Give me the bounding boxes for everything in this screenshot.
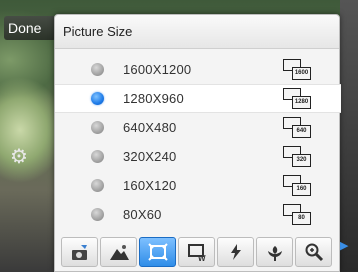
option-160x120[interactable]: 160X120 160: [55, 171, 341, 200]
size-640x480-icon: 640: [283, 116, 313, 139]
option-label: 1280X960: [123, 91, 184, 106]
scene-button[interactable]: [100, 237, 137, 267]
option-320x240[interactable]: 320X240 320: [55, 142, 341, 171]
picture-size-options: 1600X1200 1600 1280X960 1280 640X480 640…: [55, 55, 341, 229]
flash-icon: [230, 244, 241, 260]
option-label: 1600X1200: [123, 62, 192, 77]
dialog-title: Picture Size: [63, 24, 133, 39]
size-320x240-icon: 320: [283, 145, 313, 168]
radio-button[interactable]: [91, 63, 104, 76]
right-edge-panel: [340, 0, 358, 272]
done-button[interactable]: Done: [4, 16, 56, 40]
picture-size-icon: [147, 243, 168, 261]
macro-icon: [267, 246, 282, 261]
option-label: 160X120: [123, 178, 177, 193]
zoom-icon: [305, 243, 323, 262]
flash-button[interactable]: [217, 237, 254, 267]
dialog-header: Picture Size: [55, 15, 339, 49]
option-1280x960[interactable]: 1280X960 1280: [55, 84, 341, 113]
radio-button-selected[interactable]: [91, 92, 104, 105]
bottom-toolbar: W: [61, 237, 341, 267]
macro-button[interactable]: [256, 237, 293, 267]
option-label: 640X480: [123, 120, 177, 135]
size-1280x960-icon: 1280: [283, 87, 313, 110]
zoom-button[interactable]: [295, 237, 332, 267]
option-640x480[interactable]: 640X480 640: [55, 113, 341, 142]
option-label: 320X240: [123, 149, 177, 164]
camera-mode-button[interactable]: [61, 237, 98, 267]
option-80x60[interactable]: 80X60 80: [55, 200, 341, 229]
radio-button[interactable]: [91, 121, 104, 134]
radio-button[interactable]: [91, 179, 104, 192]
size-80x60-icon: 80: [283, 203, 313, 226]
white-balance-button[interactable]: W: [178, 237, 215, 267]
picture-size-button[interactable]: [139, 237, 176, 267]
radio-button[interactable]: [91, 150, 104, 163]
size-160x120-icon: 160: [283, 174, 313, 197]
radio-button[interactable]: [91, 208, 104, 221]
scroll-right-arrow-icon[interactable]: ▶: [340, 240, 350, 252]
svg-text:W: W: [198, 254, 206, 262]
size-1600x1200-icon: 1600: [283, 58, 313, 81]
scene-landscape-icon: [109, 245, 129, 260]
option-1600x1200[interactable]: 1600X1200 1600: [55, 55, 341, 84]
white-balance-icon: W: [187, 244, 206, 262]
settings-gear-icon[interactable]: ⚙: [8, 146, 30, 168]
picture-size-dialog: Picture Size 1600X1200 1600 1280X960 128…: [54, 14, 341, 272]
camera-mode-icon: [71, 245, 87, 260]
option-label: 80X60: [123, 207, 162, 222]
